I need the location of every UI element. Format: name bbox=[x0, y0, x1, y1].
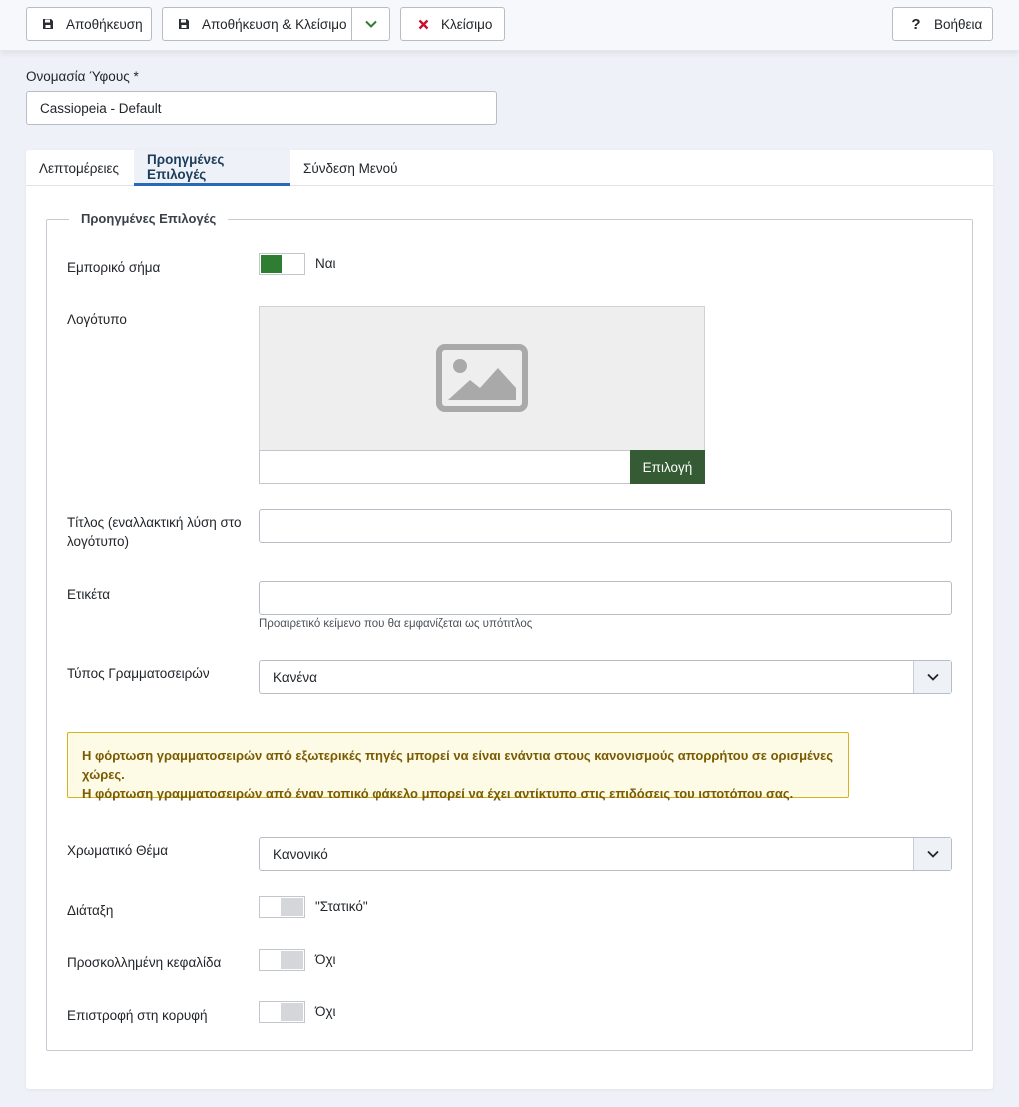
layout-label: Διάταξη bbox=[67, 903, 114, 918]
toolbar: Αποθήκευση Αποθήκευση & Κλείσιμο Κλείσιμ… bbox=[0, 0, 1019, 51]
logo-label: Λογότυπο bbox=[67, 312, 127, 327]
tab-menu-assignment[interactable]: Σύνδεση Μενού bbox=[290, 150, 411, 186]
close-button[interactable]: Κλείσιμο bbox=[400, 7, 505, 41]
logo-select-button[interactable]: Επιλογή bbox=[630, 450, 705, 484]
tagline-label: Ετικέτα bbox=[67, 587, 111, 602]
options-card: Λεπτομέρειες Προηγμένες Επιλογές Σύνδεση… bbox=[26, 150, 993, 1089]
sticky-header-label: Προσκολλημένη κεφαλίδα bbox=[67, 955, 222, 970]
save-icon bbox=[41, 17, 55, 31]
save-button[interactable]: Αποθήκευση bbox=[26, 7, 152, 41]
switch-knob bbox=[261, 255, 282, 273]
tab-details[interactable]: Λεπτομέρειες bbox=[26, 150, 132, 186]
alert-line-2: Η φόρτωση γραμματοσειρών από έναν τοπικό… bbox=[82, 786, 794, 801]
sticky-header-value: Όχι bbox=[315, 952, 336, 967]
close-icon bbox=[416, 17, 430, 31]
font-warning-alert: Η φόρτωση γραμματοσειρών από εξωτερικές … bbox=[67, 732, 849, 801]
chevron-down-icon bbox=[913, 661, 951, 693]
font-type-label: Τύπος Γραμματοσειρών bbox=[67, 666, 210, 681]
tab-bar: Λεπτομέρειες Προηγμένες Επιλογές Σύνδεση… bbox=[26, 150, 993, 186]
fieldset-legend: Προηγμένες Επιλογές bbox=[69, 211, 229, 226]
layout-value: "Στατικό" bbox=[315, 899, 368, 914]
back-to-top-switch[interactable] bbox=[259, 1001, 305, 1023]
save-and-close-button-group: Αποθήκευση & Κλείσιμο bbox=[162, 7, 390, 41]
advanced-fieldset: Προηγμένες Επιλογές Εμπορικό σήμα Ναι Λο… bbox=[46, 211, 973, 1051]
help-button[interactable]: ? Βοήθεια bbox=[892, 7, 993, 41]
close-button-label: Κλείσιμο bbox=[441, 16, 493, 32]
question-icon: ? bbox=[911, 15, 921, 33]
sticky-header-switch[interactable] bbox=[259, 949, 305, 971]
switch-knob bbox=[281, 898, 303, 916]
layout-switch[interactable] bbox=[259, 896, 305, 918]
back-to-top-label: Επιστροφή στη κορυφή bbox=[67, 1008, 208, 1023]
site-title-label: Τίτλος (εναλλακτική λύση στο λογότυπο) bbox=[67, 515, 242, 549]
switch-knob bbox=[281, 1003, 303, 1021]
switch-knob bbox=[281, 951, 303, 969]
brand-switch[interactable] bbox=[259, 253, 305, 275]
site-title-input[interactable] bbox=[259, 509, 952, 543]
brand-label: Εμπορικό σήμα bbox=[67, 260, 161, 275]
style-name-input[interactable]: Cassiopeia - Default bbox=[26, 91, 497, 125]
alert-line-1: Η φόρτωση γραμματοσειρών από εξωτερικές … bbox=[82, 748, 834, 782]
style-name-label: Ονομασία Ύφους * bbox=[26, 69, 139, 84]
logo-preview bbox=[259, 306, 705, 451]
save-button-label: Αποθήκευση bbox=[66, 16, 143, 32]
image-placeholder-icon bbox=[436, 343, 528, 415]
chevron-down-icon bbox=[364, 20, 377, 28]
color-theme-value: Κανονικό bbox=[273, 846, 328, 862]
color-theme-label: Χρωματικό Θέμα bbox=[67, 843, 169, 858]
font-type-value: Κανένα bbox=[273, 669, 317, 685]
brand-value: Ναι bbox=[315, 256, 336, 271]
help-button-label: Βοήθεια bbox=[934, 16, 983, 32]
font-type-select[interactable]: Κανένα bbox=[259, 660, 952, 694]
logo-path-input[interactable] bbox=[259, 450, 631, 484]
color-theme-select[interactable]: Κανονικό bbox=[259, 837, 952, 871]
save-and-close-button[interactable]: Αποθήκευση & Κλείσιμο bbox=[163, 8, 352, 40]
chevron-down-icon bbox=[913, 838, 951, 870]
save-options-dropdown-toggle[interactable] bbox=[352, 8, 389, 40]
back-to-top-value: Όχι bbox=[315, 1004, 336, 1019]
save-and-close-label: Αποθήκευση & Κλείσιμο bbox=[202, 16, 347, 32]
tab-advanced[interactable]: Προηγμένες Επιλογές bbox=[134, 150, 290, 186]
tagline-input[interactable] bbox=[259, 581, 952, 615]
save-icon bbox=[177, 17, 191, 31]
tagline-hint: Προαιρετικό κείμενο που θα εμφανίζεται ω… bbox=[259, 618, 533, 630]
